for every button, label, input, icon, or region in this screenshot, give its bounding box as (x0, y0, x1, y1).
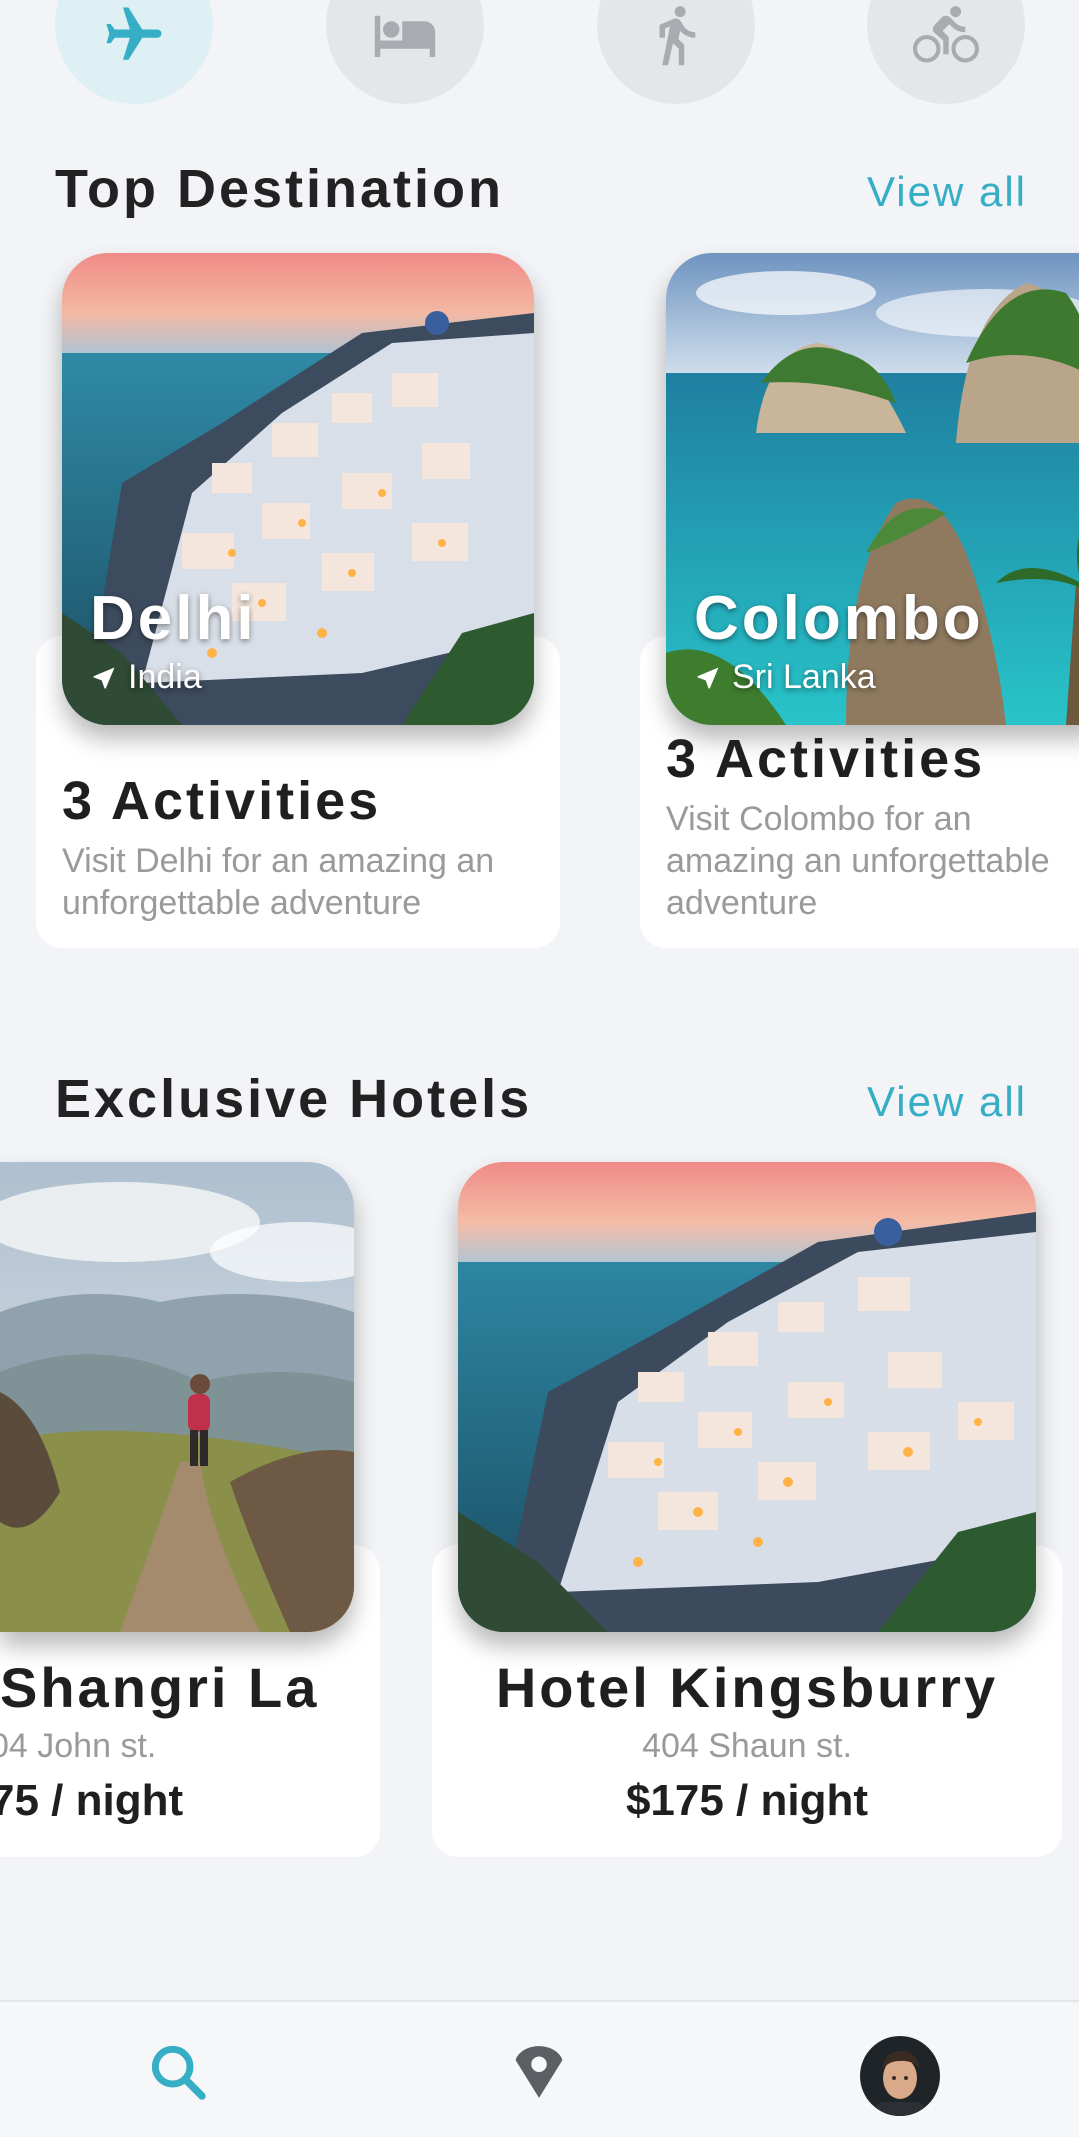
destination-country: India (90, 658, 202, 697)
nav-search-button[interactable] (138, 2032, 218, 2112)
bottom-navigation (0, 2000, 1079, 2137)
destination-country: Sri Lanka (694, 658, 876, 697)
bicycle-icon (913, 6, 979, 63)
hiker-photo (0, 1162, 354, 1632)
category-cycling[interactable] (867, 0, 1025, 104)
destination-activities: 3 Activities (62, 771, 382, 831)
hotel-address: 04 John st. (0, 1727, 157, 1765)
search-icon (151, 2045, 206, 2100)
destination-description: Visit Delhi for an amazing an unforgetta… (62, 842, 495, 922)
islands-photo (666, 253, 1079, 725)
walking-icon (659, 6, 696, 66)
hotel-image-shangri-la[interactable] (0, 1162, 354, 1632)
profile-avatar[interactable] (860, 2036, 940, 2116)
santorini-photo (458, 1162, 1036, 1632)
destination-image-delhi[interactable]: Delhi India (62, 253, 534, 725)
exclusive-hotels-view-all-link[interactable]: View all (867, 1078, 1027, 1126)
hotel-name: Hotel Kingsburry (495, 1656, 999, 1719)
bed-icon (374, 15, 436, 57)
category-hotels[interactable] (326, 0, 484, 104)
destination-country-label: Sri Lanka (732, 658, 876, 696)
exclusive-hotels-title: Exclusive Hotels (55, 1069, 533, 1129)
top-destination-title: Top Destination (55, 159, 504, 219)
avatar-icon (860, 2036, 940, 2116)
navigation-arrow-icon (697, 667, 719, 688)
category-activities[interactable] (597, 0, 755, 104)
category-row (0, 0, 1079, 106)
hotel-price: 75 / night (0, 1776, 184, 1825)
hotel-address: 404 Shaun st. (642, 1727, 852, 1765)
destination-name: Delhi (90, 584, 257, 653)
airplane-icon (106, 7, 162, 60)
destination-name: Colombo (694, 584, 984, 653)
hotel-image-kingsburry[interactable] (458, 1162, 1036, 1632)
hotel-name: Shangri La (0, 1656, 320, 1719)
top-destination-view-all-link[interactable]: View all (867, 168, 1027, 216)
map-pin-icon (515, 2046, 563, 2098)
destination-description: Visit Colombo for an amazing an unforget… (666, 800, 1050, 922)
santorini-photo (62, 253, 534, 725)
destination-activities: 3 Activities (666, 729, 986, 789)
category-flights[interactable] (55, 0, 213, 104)
hotel-price: $175 / night (625, 1776, 869, 1825)
destination-country-label: India (128, 658, 202, 696)
navigation-arrow-icon (93, 667, 115, 688)
destination-image-colombo[interactable]: Colombo Sri Lanka (666, 253, 1079, 725)
nav-map-button[interactable] (499, 2032, 579, 2112)
